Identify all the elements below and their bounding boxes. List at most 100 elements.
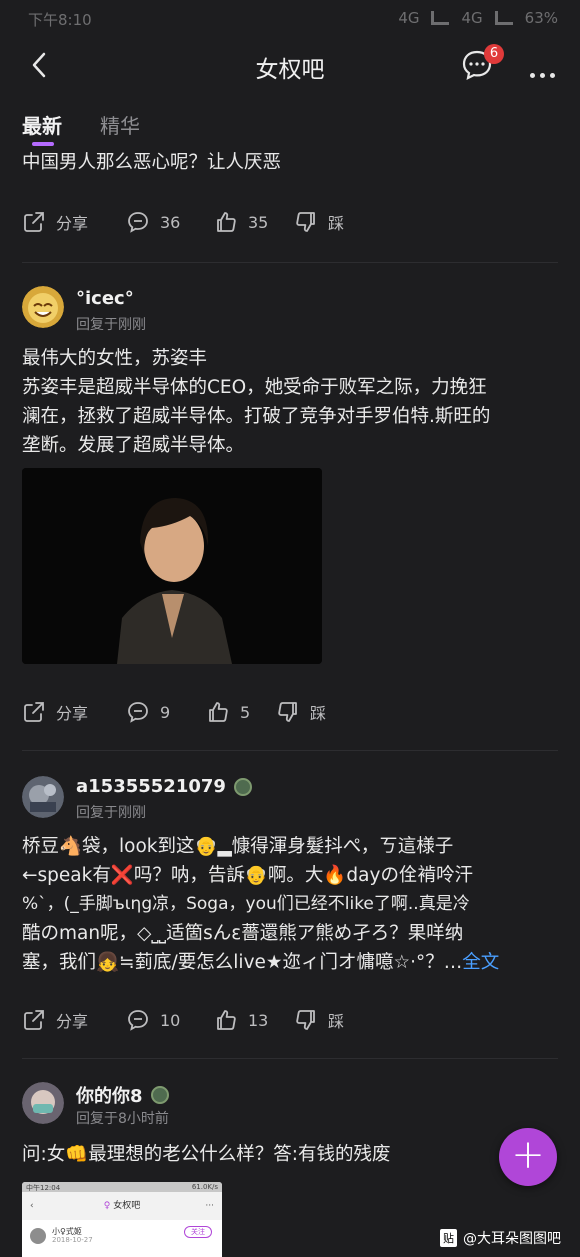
divider [22, 262, 558, 263]
network-label-2: 4G [461, 9, 483, 27]
dot-icon [540, 73, 545, 78]
watermark: 贴 @大耳朵图图吧 [440, 1228, 561, 1248]
status-icons: 4G 4G 63% [398, 9, 558, 27]
divider [22, 750, 558, 751]
like-button[interactable]: 5 [206, 700, 250, 724]
post-image[interactable] [22, 468, 322, 664]
thumb-status-bar: 中午12:04 61.0K/s [22, 1182, 222, 1192]
post-actions: 分享 36 35 踩 [0, 210, 580, 234]
tab-latest[interactable]: 最新 [22, 110, 62, 139]
back-button[interactable] [24, 48, 56, 82]
chevron-left-icon [32, 52, 46, 78]
chevron-left-icon: ‹ [30, 1201, 34, 1211]
tieba-logo-icon: 贴 [440, 1229, 457, 1247]
avatar[interactable] [22, 1082, 64, 1124]
thumbs-down-icon [296, 212, 315, 232]
thumb-speed: 61.0K/s [191, 1183, 218, 1191]
user-avatar-image [22, 776, 64, 818]
share-button[interactable]: 分享 [22, 700, 88, 724]
like-count: 35 [248, 212, 269, 232]
comment-button[interactable]: 9 [126, 700, 170, 724]
dislike-label: 踩 [328, 214, 345, 233]
share-icon [24, 1010, 44, 1030]
post-image[interactable]: 中午12:04 61.0K/s ‹ ♀ 女权吧 ··· 小♀式姬 2018-10… [22, 1182, 222, 1257]
share-icon [24, 702, 44, 722]
portrait-photo [22, 468, 322, 664]
username[interactable]: 你的你8 [76, 1082, 169, 1108]
post-text: 问:女👊最理想的老公什么样？答:有钱的残废 [22, 1144, 391, 1165]
post-text-line: 酷のman呢，◇⎵⎵适箇sんε薔還熊ア熊め孑ろ？果咩纳 [22, 923, 464, 944]
post-text-line: 澜在，拯救了超威半导体。打破了竞争对手罗伯特.斯旺的 [22, 406, 491, 427]
comment-icon [128, 702, 148, 723]
watermark-text: @大耳朵图图吧 [463, 1231, 561, 1247]
thumb-follow-button: 关注 [184, 1226, 212, 1238]
battery-level: 63% [524, 9, 558, 27]
comment-count: 9 [160, 702, 171, 722]
plus-icon: + [511, 1132, 545, 1178]
thumb-time: 中午12:04 [26, 1184, 61, 1192]
signal-icon [494, 11, 513, 25]
thumbs-down-icon [278, 702, 297, 722]
post-text-line: 苏姿丰是超威半导体的CEO，她受命于败军之际，力挽狂 [22, 377, 487, 398]
username-text: 你的你8 [76, 1086, 143, 1107]
post-text: 桥豆🐴袋，look到这👴▂慷得渾身髮抖ぺ，ㄎ這様子 ←speak有❌吗？呐，告訴… [0, 832, 521, 977]
network-label-1: 4G [398, 9, 420, 27]
username-text: °icec° [76, 288, 134, 309]
like-button[interactable]: 35 [214, 210, 268, 234]
share-button[interactable]: 分享 [22, 210, 88, 234]
post-meta: 回复于8小时前 [76, 1111, 169, 1127]
message-count-badge: 6 [484, 44, 504, 64]
share-label: 分享 [56, 704, 89, 723]
post-text-line: 最伟大的女性，苏姿丰 [22, 348, 208, 369]
top-bar: 女权吧 6 [0, 36, 580, 98]
comment-button[interactable]: 36 [126, 210, 180, 234]
post-actions: 分享 10 13 踩 [0, 1008, 580, 1032]
post-actions: 分享 9 5 踩 [0, 700, 580, 724]
avatar[interactable] [22, 286, 64, 328]
user-avatar-image [22, 1082, 64, 1124]
post-text-line: %`，(_手脚ъιηg凉，Soga，you们已经不like了啊..真是冷 [22, 894, 470, 914]
thumb-post: 小♀式姬 2018-10-27 关注 [22, 1220, 222, 1257]
thumb-avatar [30, 1228, 46, 1244]
read-more-link[interactable]: 全文 [462, 952, 499, 973]
thumbs-up-icon [217, 1010, 236, 1030]
username-text: a15355521079 [76, 776, 226, 797]
avatar[interactable] [22, 776, 64, 818]
like-count: 5 [240, 702, 251, 722]
comment-button[interactable]: 10 [126, 1008, 180, 1032]
post-text-line: 桥豆🐴袋，look到这👴▂慷得渾身髮抖ぺ，ㄎ這様子 [22, 836, 454, 857]
dislike-button[interactable]: 踩 [294, 1008, 344, 1032]
share-icon [24, 212, 44, 232]
more-options-button[interactable] [530, 63, 562, 78]
status-time: 下午8:10 [28, 11, 92, 29]
level-badge-icon [150, 1086, 169, 1104]
thumb-date: 2018-10-27 [52, 1236, 93, 1244]
comment-count: 36 [160, 212, 181, 232]
like-count: 13 [248, 1010, 269, 1030]
tab-featured[interactable]: 精华 [100, 110, 140, 139]
more-icon: ··· [205, 1201, 214, 1211]
post-meta: 回复于刚刚 [76, 317, 146, 333]
post-text-line: 塞，我们👧≒菿底/要怎么live★迩ィ门オ慵噫☆·°？…全文 [22, 948, 499, 977]
like-button[interactable]: 13 [214, 1008, 268, 1032]
post-text-line: 垄断。发展了超威半导体。 [22, 435, 245, 456]
tab-bar: 最新 精华 [0, 98, 580, 152]
post-meta: 回复于刚刚 [76, 805, 146, 821]
female-symbol-icon: ♀ [103, 1201, 114, 1211]
username[interactable]: a15355521079 [76, 776, 252, 797]
dislike-button[interactable]: 踩 [276, 700, 326, 724]
dislike-label: 踩 [310, 704, 327, 723]
post-text-fragment: 塞，我们👧≒菿底/要怎么live★迩ィ门オ慵噫☆·°？… [22, 952, 463, 973]
signal-icon [431, 11, 450, 25]
dot-icon [550, 73, 555, 78]
status-bar: 下午8:10 4G 4G 63% [0, 0, 580, 36]
post-text: 最伟大的女性，苏姿丰 苏姿丰是超威半导体的CEO，她受命于败军之际，力挽狂 澜在… [0, 344, 512, 460]
comment-icon [128, 212, 148, 233]
username[interactable]: °icec° [76, 288, 134, 309]
thumbs-down-icon [296, 1010, 315, 1030]
share-button[interactable]: 分享 [22, 1008, 88, 1032]
dot-icon [530, 73, 535, 78]
dislike-button[interactable]: 踩 [294, 210, 344, 234]
new-post-button[interactable]: + [499, 1128, 557, 1186]
thumbs-up-icon [209, 702, 228, 722]
